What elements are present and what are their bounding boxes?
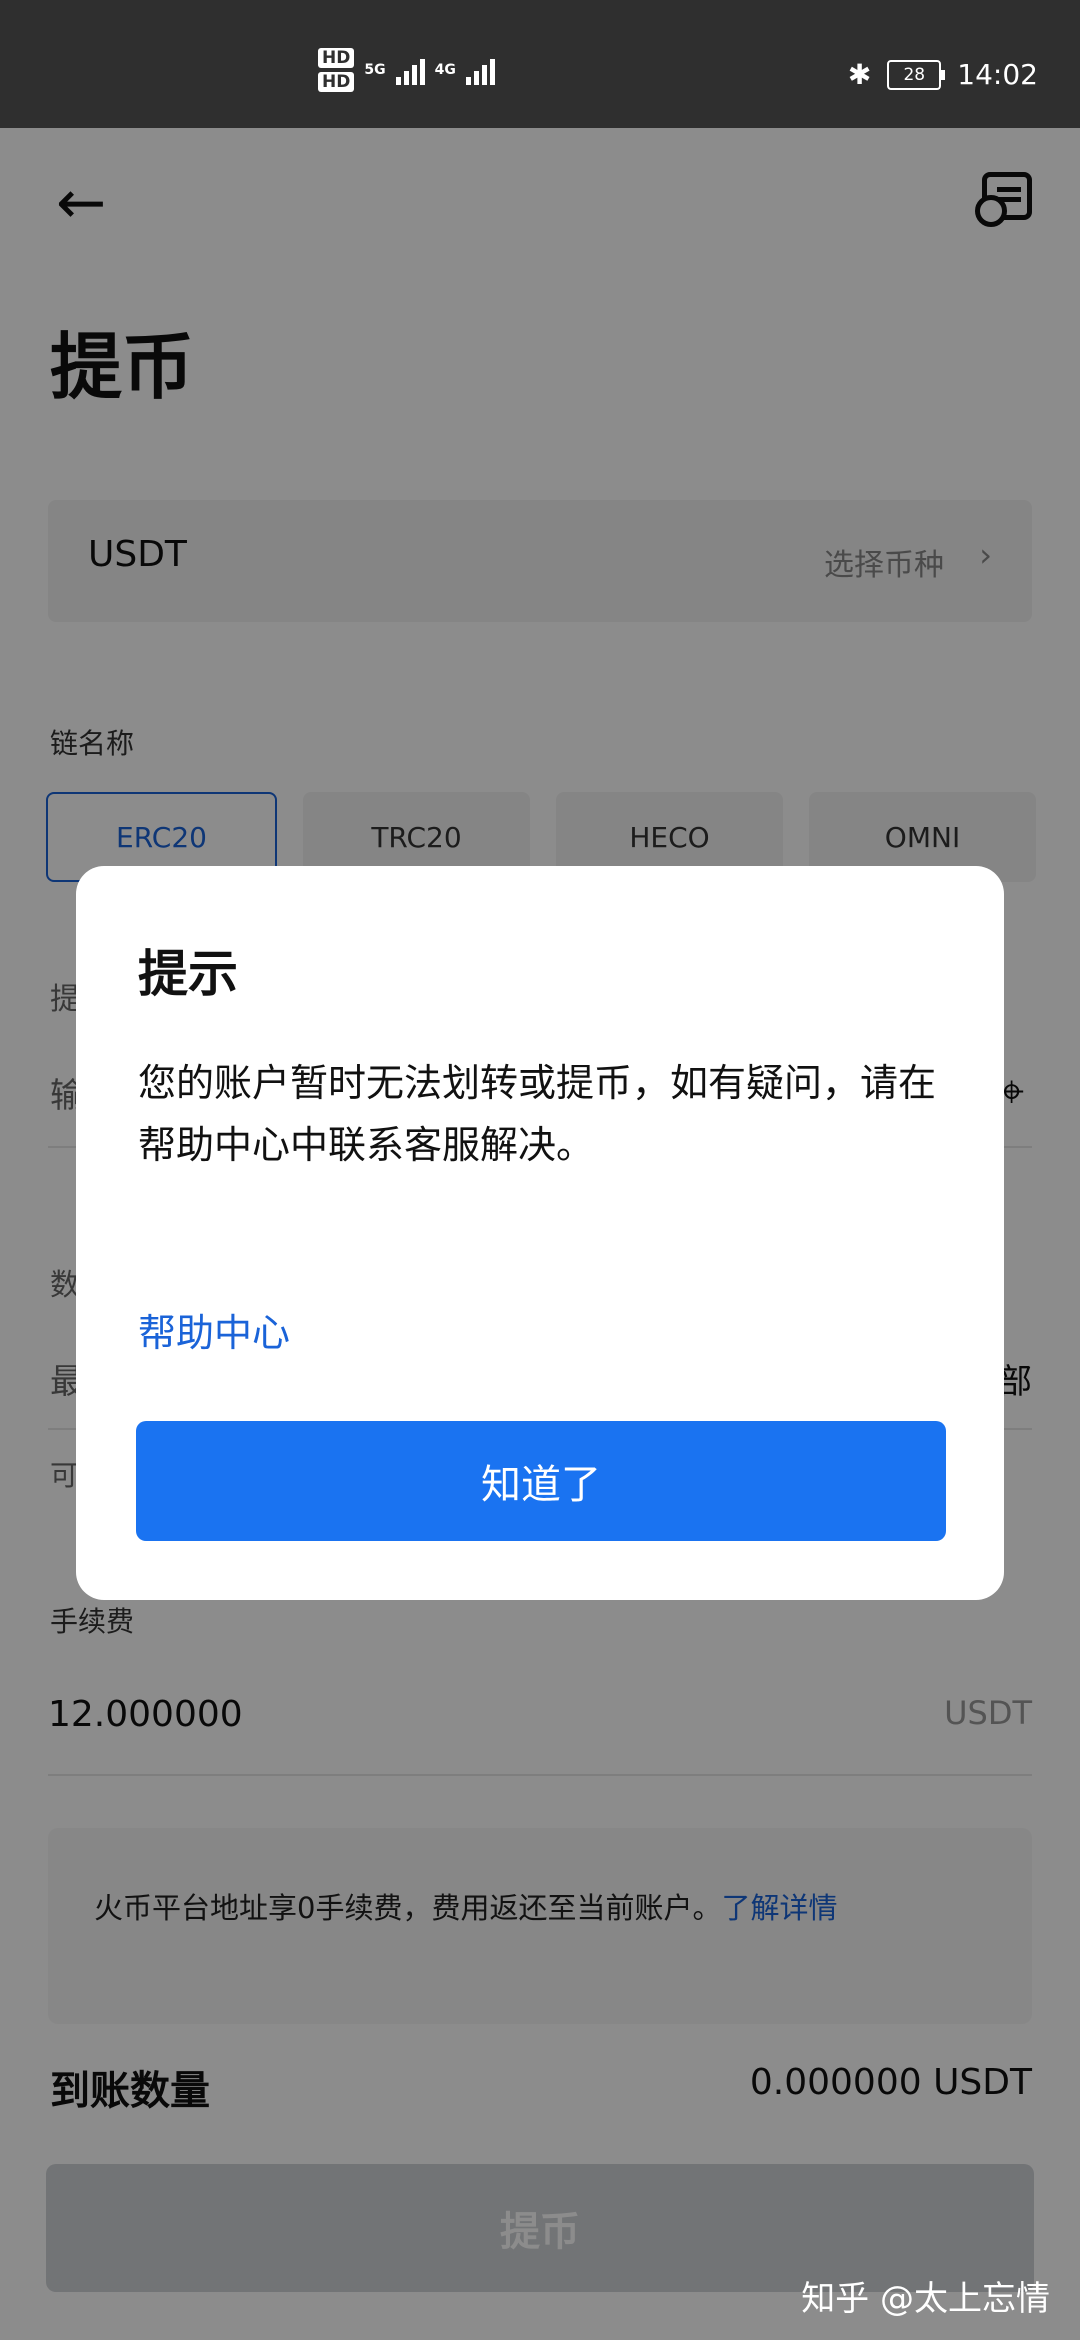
dialog-title: 提示 xyxy=(138,945,238,1003)
battery-icon: 28 xyxy=(887,59,946,90)
status-right: ✱ 28 14:02 xyxy=(848,58,1038,91)
hd-badge-2: HD xyxy=(318,72,355,92)
network-4g-label: 4G xyxy=(434,62,456,78)
status-bar: HD HD 5G 4G ✱ 28 14:02 xyxy=(0,0,1080,128)
hd-badge-1: HD xyxy=(318,48,355,68)
signal-bars-icon xyxy=(395,55,425,85)
alert-dialog: 提示 您的账户暂时无法划转或提币，如有疑问，请在帮助中心中联系客服解决。 帮助中… xyxy=(76,866,1004,1600)
bluetooth-icon: ✱ xyxy=(847,58,872,91)
clock: 14:02 xyxy=(957,58,1038,91)
signal-bars-icon xyxy=(465,55,495,85)
watermark: 知乎 @太上忘情 xyxy=(801,2279,1050,2319)
signal-group: HD HD 5G 4G xyxy=(318,48,495,92)
got-it-button[interactable]: 知道了 xyxy=(136,1421,946,1541)
network-5g-label: 5G xyxy=(364,62,386,78)
dialog-message: 您的账户暂时无法划转或提币，如有疑问，请在帮助中心中联系客服解决。 xyxy=(138,1061,937,1167)
help-center-link[interactable]: 帮助中心 xyxy=(138,1302,290,1357)
